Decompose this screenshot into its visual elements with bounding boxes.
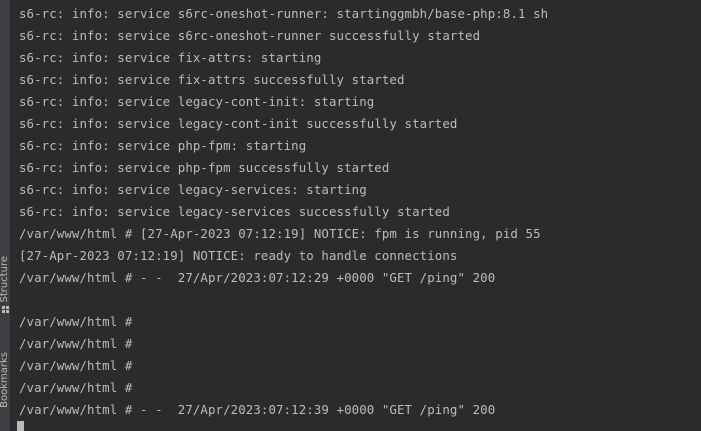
terminal-line: s6-rc: info: service legacy-services suc…: [19, 204, 450, 219]
terminal-line: s6-rc: info: service legacy-cont-init: s…: [19, 94, 375, 109]
structure-icon: [1, 305, 9, 313]
structure-tab[interactable]: Structure: [0, 256, 11, 313]
terminal-line: s6-rc: info: service fix-attrs: starting: [19, 50, 322, 65]
terminal-line: s6-rc: info: service php-fpm successfull…: [19, 160, 390, 175]
terminal-line: /var/www/html #: [19, 314, 133, 329]
terminal-line: /var/www/html #: [19, 358, 133, 373]
terminal-cursor: [17, 421, 24, 431]
bookmarks-tab[interactable]: Bookmarks: [0, 352, 11, 408]
terminal-line: /var/www/html #: [19, 380, 133, 395]
terminal-line: /var/www/html # [27-Apr-2023 07:12:19] N…: [19, 226, 541, 241]
terminal-line: /var/www/html # - - 27/Apr/2023:07:12:39…: [19, 402, 496, 417]
terminal-line: s6-rc: info: service legacy-services: st…: [19, 182, 367, 197]
bookmarks-tab-label: Bookmarks: [0, 352, 10, 408]
terminal-line: s6-rc: info: service s6rc-oneshot-runner…: [19, 6, 549, 21]
terminal-line: s6-rc: info: service legacy-cont-init su…: [19, 116, 458, 131]
structure-tab-label: Structure: [0, 256, 10, 303]
terminal-output[interactable]: s6-rc: info: service s6rc-oneshot-runner…: [19, 3, 701, 431]
terminal-line: [27-Apr-2023 07:12:19] NOTICE: ready to …: [19, 248, 458, 263]
terminal-line: s6-rc: info: service s6rc-oneshot-runner…: [19, 28, 481, 43]
terminal-line: /var/www/html # - - 27/Apr/2023:07:12:29…: [19, 270, 496, 285]
terminal-line: /var/www/html #: [19, 336, 133, 351]
terminal-line: s6-rc: info: service php-fpm: starting: [19, 138, 307, 153]
terminal-line: s6-rc: info: service fix-attrs successfu…: [19, 72, 405, 87]
